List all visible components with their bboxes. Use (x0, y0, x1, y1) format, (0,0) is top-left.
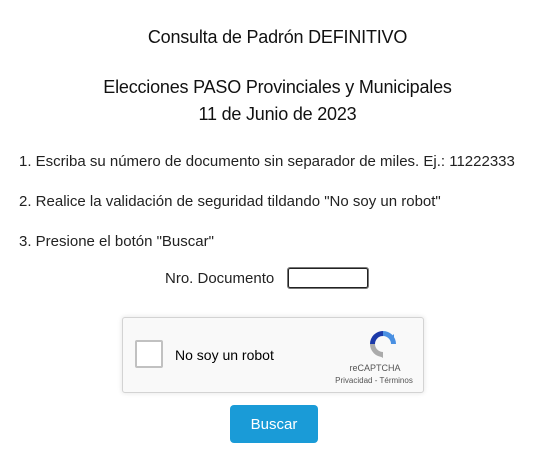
election-date: 11 de Junio de 2023 (198, 104, 357, 124)
recaptcha-brand: reCAPTCHA (349, 363, 401, 373)
document-number-input[interactable] (287, 267, 369, 289)
instruction-step-1: 1. Escriba su número de documento sin se… (19, 153, 515, 170)
recaptcha-terms-link[interactable]: Términos (379, 376, 412, 385)
recaptcha-privacy-link[interactable]: Privacidad (335, 376, 372, 385)
instruction-step-3: 3. Presione el botón "Buscar" (19, 233, 214, 250)
recaptcha-checkbox[interactable] (135, 340, 163, 368)
search-button[interactable]: Buscar (230, 405, 318, 443)
recaptcha-label: No soy un robot (175, 347, 274, 363)
document-number-label: Nro. Documento (165, 270, 275, 287)
recaptcha-logo-icon (370, 331, 396, 358)
recaptcha-widget: No soy un robot reCAPTCHA Privacidad - T… (122, 317, 424, 393)
page: Consulta de Padrón DEFINITIVO Elecciones… (0, 0, 555, 474)
recaptcha-links: Privacidad - Términos (329, 376, 419, 385)
instruction-step-2: 2. Realice la validación de seguridad ti… (19, 193, 441, 210)
election-name: Elecciones PASO Provinciales y Municipal… (103, 77, 452, 97)
page-title: Consulta de Padrón DEFINITIVO (147, 27, 408, 47)
